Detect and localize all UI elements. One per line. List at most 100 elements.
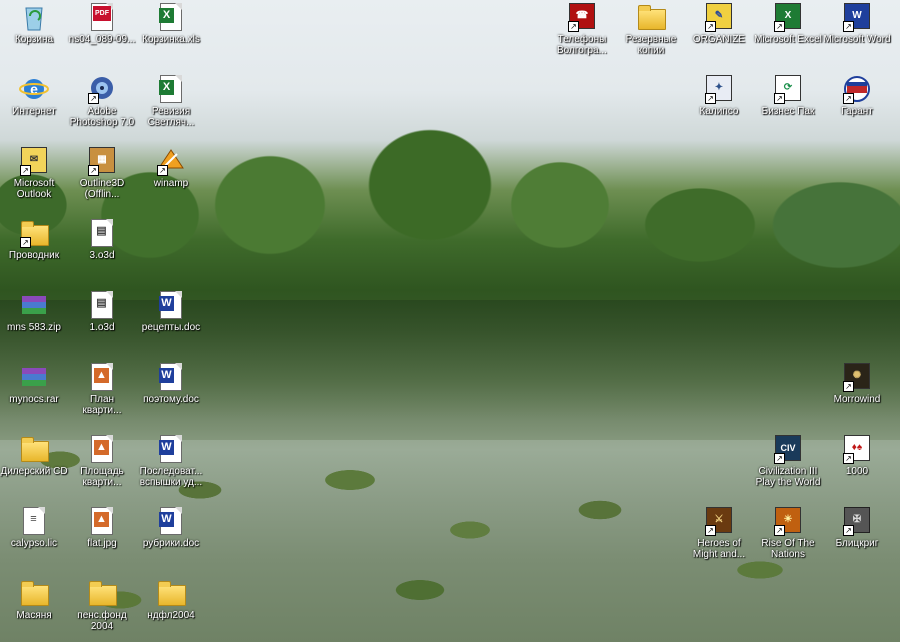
heroes-game-icon: ⚔ ↗: [703, 506, 735, 536]
icon-label: поэтому.doc: [143, 394, 199, 405]
desktop-icon-revision-xls[interactable]: X Ревизия Светляч...: [137, 74, 205, 128]
icon-label: рецепты.doc: [141, 322, 201, 333]
icon-label: flat.jpg: [87, 538, 117, 549]
desktop-icon-calypso-lic[interactable]: ≡ calypso.lic: [0, 506, 68, 549]
outlook-icon: ✉ ↗: [18, 146, 50, 176]
icon-label: Microsoft Outlook: [13, 178, 55, 200]
desktop-icon-masyanya[interactable]: Масяня: [0, 578, 68, 621]
icon-label: Heroes of Might and...: [692, 538, 746, 560]
desktop-icon-area[interactable]: ▲ Площадь кварти...: [68, 434, 136, 488]
business-pack-icon: ⟳ ↗: [772, 74, 804, 104]
desktop-icon-plan[interactable]: ▲ План кварти...: [68, 362, 136, 416]
blitzkrieg-icon: ✠ ↗: [841, 506, 873, 536]
desktop-icon-explorer[interactable]: ↗ Проводник: [0, 218, 68, 261]
desktop-icon-garant[interactable]: ↗ Гарант: [823, 74, 891, 117]
desktop-icon-blitzkrieg[interactable]: ✠ ↗ Блицкриг: [823, 506, 891, 549]
icon-label: рубрики.doc: [142, 538, 200, 549]
winamp-icon: ↗: [155, 146, 187, 176]
organize-shortcut-icon: ✎ ↗: [703, 2, 735, 32]
icon-label: Блицкриг: [835, 538, 879, 549]
outline3d-icon: ▦ ↗: [86, 146, 118, 176]
cards-game-icon: ♦♠ ↗: [841, 434, 873, 464]
icon-label: Бизнес Пак: [761, 106, 815, 117]
folder-icon: [86, 578, 118, 608]
desktop-icon-rise-of-nations[interactable]: ☀ ↗ Rise Of The Nations: [754, 506, 822, 560]
icon-label: winamp: [153, 178, 189, 189]
desktop-icon-calypso[interactable]: ✦ ↗ Калипсо: [685, 74, 753, 117]
icon-label: mynocs.rar: [9, 394, 59, 405]
icon-label: Резервные копии: [625, 34, 677, 56]
icon-label: Калипсо: [699, 106, 739, 117]
desktop-icon-backup-folder[interactable]: Резервные копии: [617, 2, 685, 56]
icon-label: Корзинка.xls: [142, 34, 200, 45]
icon-label: Morrowind: [833, 394, 881, 405]
desktop-icon-flat-jpg[interactable]: ▲ flat.jpg: [68, 506, 136, 549]
desktop-icon-1000[interactable]: ♦♠ ↗ 1000: [823, 434, 891, 477]
desktop-icon-mynocs-rar[interactable]: mynocs.rar: [0, 362, 68, 405]
icon-label: Ревизия Светляч...: [147, 106, 195, 128]
icon-label: План кварти...: [82, 394, 122, 416]
desktop-icon-morrowind[interactable]: ✺ ↗ Morrowind: [823, 362, 891, 405]
recycle-bin-icon: [18, 2, 50, 32]
desktop-icon-word-app[interactable]: W ↗ Microsoft Word: [823, 2, 891, 45]
image-file-icon: ▲: [86, 434, 118, 464]
wallpaper-trees: [0, 95, 900, 315]
desktop-icon-korzinka-xls[interactable]: X Корзинка.xls: [137, 2, 205, 45]
icon-label: Масяня: [16, 610, 52, 621]
desktop-icon-pension-fund[interactable]: пенс.фонд 2004: [68, 578, 136, 632]
word-app-icon: W ↗: [841, 2, 873, 32]
desktop-icon-business-pack[interactable]: ⟳ ↗ Бизнес Пак: [754, 74, 822, 117]
desktop-icon-poetomu-doc[interactable]: W поэтому.doc: [137, 362, 205, 405]
icon-label: Microsoft Excel: [754, 34, 822, 45]
desktop-icon-civilization[interactable]: CIV ↗ Civilization III Play the World: [754, 434, 822, 488]
desktop-icon-phonebook[interactable]: ☎ ↗ Телефоны Волгогра...: [548, 2, 616, 56]
o3d-file-icon: ▤: [86, 218, 118, 248]
desktop-icon-recycle-bin[interactable]: Корзина: [0, 2, 68, 45]
desktop-icon-recipes-doc[interactable]: W рецепты.doc: [137, 290, 205, 333]
desktop-icon-dealer-cd[interactable]: Дилерский CD: [0, 434, 68, 477]
icon-label: ns04_089-09...: [68, 34, 136, 45]
archive-icon: [18, 290, 50, 320]
o3d-file-icon: ▤: [86, 290, 118, 320]
desktop-icon-organize[interactable]: ✎ ↗ ORGANIZE: [685, 2, 753, 45]
folder-icon: [18, 578, 50, 608]
desktop-icon-3-o3d[interactable]: ▤ 3.o3d: [68, 218, 136, 261]
folder-icon: [155, 578, 187, 608]
desktop-icon-sequence-doc[interactable]: W Последоват... вспышки уд...: [137, 434, 205, 488]
icon-label: Дилерский CD: [0, 466, 68, 477]
excel-app-icon: X ↗: [772, 2, 804, 32]
word-file-icon: W: [155, 434, 187, 464]
excel-file-icon: X: [155, 2, 187, 32]
explorer-icon: ↗: [18, 218, 50, 248]
desktop-icon-pdf[interactable]: PDF ns04_089-09...: [68, 2, 136, 45]
icon-label: ндфл2004: [147, 610, 195, 621]
desktop-icon-mns583-zip[interactable]: mns 583.zip: [0, 290, 68, 333]
photoshop-icon: ↗: [86, 74, 118, 104]
desktop-icon-rubrics-doc[interactable]: W рубрики.doc: [137, 506, 205, 549]
icon-label: пенс.фонд 2004: [77, 610, 127, 632]
desktop-icon-1-o3d[interactable]: ▤ 1.o3d: [68, 290, 136, 333]
archive-icon: [18, 362, 50, 392]
icon-label: mns 583.zip: [7, 322, 61, 333]
icon-label: Adobe Photoshop 7.0: [69, 106, 135, 128]
image-file-icon: ▲: [86, 506, 118, 536]
word-file-icon: W: [155, 506, 187, 536]
desktop-icon-heroes[interactable]: ⚔ ↗ Heroes of Might and...: [685, 506, 753, 560]
image-file-icon: ▲: [86, 362, 118, 392]
internet-explorer-icon: e: [18, 74, 50, 104]
desktop-icon-outline3d[interactable]: ▦ ↗ Outline3D (Offlin...: [68, 146, 136, 200]
icon-label: Последоват... вспышки уд...: [139, 466, 203, 488]
desktop-icon-internet[interactable]: e Интернет: [0, 74, 68, 117]
desktop-icon-photoshop[interactable]: ↗ Adobe Photoshop 7.0: [68, 74, 136, 128]
icon-label: ORGANIZE: [692, 34, 746, 45]
desktop-icon-ndfl2004[interactable]: ндфл2004: [137, 578, 205, 621]
icon-label: Проводник: [8, 250, 60, 261]
word-file-icon: W: [155, 290, 187, 320]
excel-file-icon: X: [155, 74, 187, 104]
desktop-icon-winamp[interactable]: ↗ winamp: [137, 146, 205, 189]
morrowind-icon: ✺ ↗: [841, 362, 873, 392]
icon-label: Microsoft Word: [823, 34, 891, 45]
phonebook-shortcut-icon: ☎ ↗: [566, 2, 598, 32]
desktop-icon-outlook[interactable]: ✉ ↗ Microsoft Outlook: [0, 146, 68, 200]
desktop-icon-excel-app[interactable]: X ↗ Microsoft Excel: [754, 2, 822, 45]
